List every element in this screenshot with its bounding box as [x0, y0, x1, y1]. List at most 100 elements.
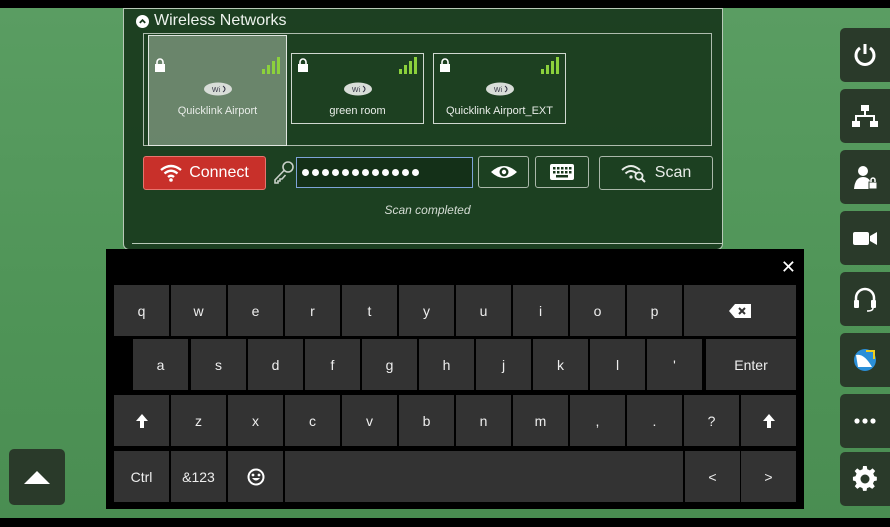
key-e[interactable]: e [228, 285, 283, 336]
key-icon [272, 159, 296, 185]
enter-key[interactable]: Enter [706, 339, 796, 390]
left-arrow-key[interactable]: < [685, 451, 740, 502]
scan-status: Scan completed [384, 203, 471, 217]
wifi-badge-icon: Wi [343, 82, 372, 96]
key-q[interactable]: q [114, 285, 169, 336]
key-p[interactable]: p [627, 285, 682, 336]
headset-button[interactable] [840, 272, 890, 326]
password-dot [362, 169, 369, 176]
eye-icon [490, 166, 517, 178]
key-v[interactable]: v [342, 395, 397, 446]
key-w[interactable]: w [171, 285, 226, 336]
wifi-badge-icon: Wi [203, 82, 232, 96]
emoji-key[interactable] [228, 451, 283, 502]
close-keyboard-button[interactable]: ✕ [781, 257, 796, 278]
key-h[interactable]: h [419, 339, 474, 390]
shift-left-key[interactable] [114, 395, 169, 446]
panel-title-label: Wireless Networks [154, 12, 287, 29]
space-key[interactable] [285, 451, 683, 502]
key-a[interactable]: a [133, 339, 188, 390]
network-button[interactable] [840, 89, 890, 143]
key-u[interactable]: u [456, 285, 511, 336]
key-m[interactable]: m [513, 395, 568, 446]
camera-button[interactable] [840, 211, 890, 265]
key-o[interactable]: o [570, 285, 625, 336]
key-y[interactable]: y [399, 285, 454, 336]
password-dot [332, 169, 339, 176]
expand-panel-button[interactable] [9, 449, 65, 505]
password-dot [302, 169, 309, 176]
more-button[interactable] [840, 394, 890, 448]
key-g[interactable]: g [362, 339, 417, 390]
headset-icon [854, 287, 876, 312]
connect-button[interactable]: Connect [143, 156, 266, 190]
lock-icon [298, 58, 308, 72]
shift-right-key[interactable] [741, 395, 796, 446]
lock-icon [155, 58, 165, 72]
network-name: Quicklink Airport [177, 105, 258, 117]
password-dot [342, 169, 349, 176]
bottom-bar [0, 518, 890, 527]
satellite-button[interactable] [840, 333, 890, 387]
svg-text:Wi: Wi [211, 87, 220, 94]
key-l[interactable]: l [590, 339, 645, 390]
shift-arrow-icon [762, 413, 775, 428]
emoji-icon [247, 468, 264, 485]
right-sidebar [840, 28, 890, 508]
key-s[interactable]: s [191, 339, 246, 390]
key-b[interactable]: b [399, 395, 454, 446]
connect-label: Connect [189, 164, 249, 181]
network-tile[interactable]: Wi Quicklink Airport [148, 35, 287, 146]
keyboard-button[interactable] [535, 156, 589, 188]
password-dot [382, 169, 389, 176]
lock-icon [440, 58, 450, 72]
triangle-up-icon [24, 471, 50, 484]
key-n[interactable]: n [456, 395, 511, 446]
key-comma[interactable]: , [570, 395, 625, 446]
camera-icon [853, 232, 877, 245]
show-password-button[interactable] [478, 156, 529, 188]
ctrl-key[interactable]: Ctrl [114, 451, 169, 502]
password-dot [402, 169, 409, 176]
key-f[interactable]: f [305, 339, 360, 390]
scan-label: Scan [654, 164, 692, 181]
key-j[interactable]: j [476, 339, 531, 390]
key-apostrophe[interactable]: ' [647, 339, 702, 390]
key-c[interactable]: c [285, 395, 340, 446]
key-d[interactable]: d [248, 339, 303, 390]
svg-text:Wi: Wi [493, 87, 502, 94]
symbols-key[interactable]: &123 [171, 451, 226, 502]
user-lock-button[interactable] [840, 150, 890, 204]
password-field[interactable] [296, 157, 473, 188]
password-dot [412, 169, 419, 176]
chevron-up-icon[interactable] [136, 14, 149, 28]
key-k[interactable]: k [533, 339, 588, 390]
password-dot [392, 169, 399, 176]
power-icon [854, 44, 876, 66]
password-dot [372, 169, 379, 176]
right-arrow-key[interactable]: > [741, 451, 796, 502]
password-dot [312, 169, 319, 176]
signal-strength-icon [399, 57, 417, 74]
key-t[interactable]: t [342, 285, 397, 336]
backspace-key[interactable] [684, 285, 796, 336]
key-z[interactable]: z [171, 395, 226, 446]
key-question[interactable]: ? [684, 395, 739, 446]
settings-button[interactable] [840, 452, 890, 506]
wifi-icon [160, 164, 182, 182]
password-dot [352, 169, 359, 176]
scan-button[interactable]: Scan [599, 156, 713, 190]
power-button[interactable] [840, 28, 890, 82]
network-tile[interactable]: Wi green room [291, 53, 424, 124]
key-r[interactable]: r [285, 285, 340, 336]
satellite-icon [854, 349, 876, 371]
network-icon [852, 105, 878, 127]
signal-strength-icon [541, 57, 559, 74]
password-dot [322, 169, 329, 176]
network-name: Quicklink Airport_EXT [446, 105, 553, 117]
network-tile[interactable]: Wi Quicklink Airport_EXT [433, 53, 566, 124]
panel-title[interactable]: Wireless Networks [136, 12, 286, 30]
key-x[interactable]: x [228, 395, 283, 446]
key-i[interactable]: i [513, 285, 568, 336]
key-period[interactable]: . [627, 395, 682, 446]
